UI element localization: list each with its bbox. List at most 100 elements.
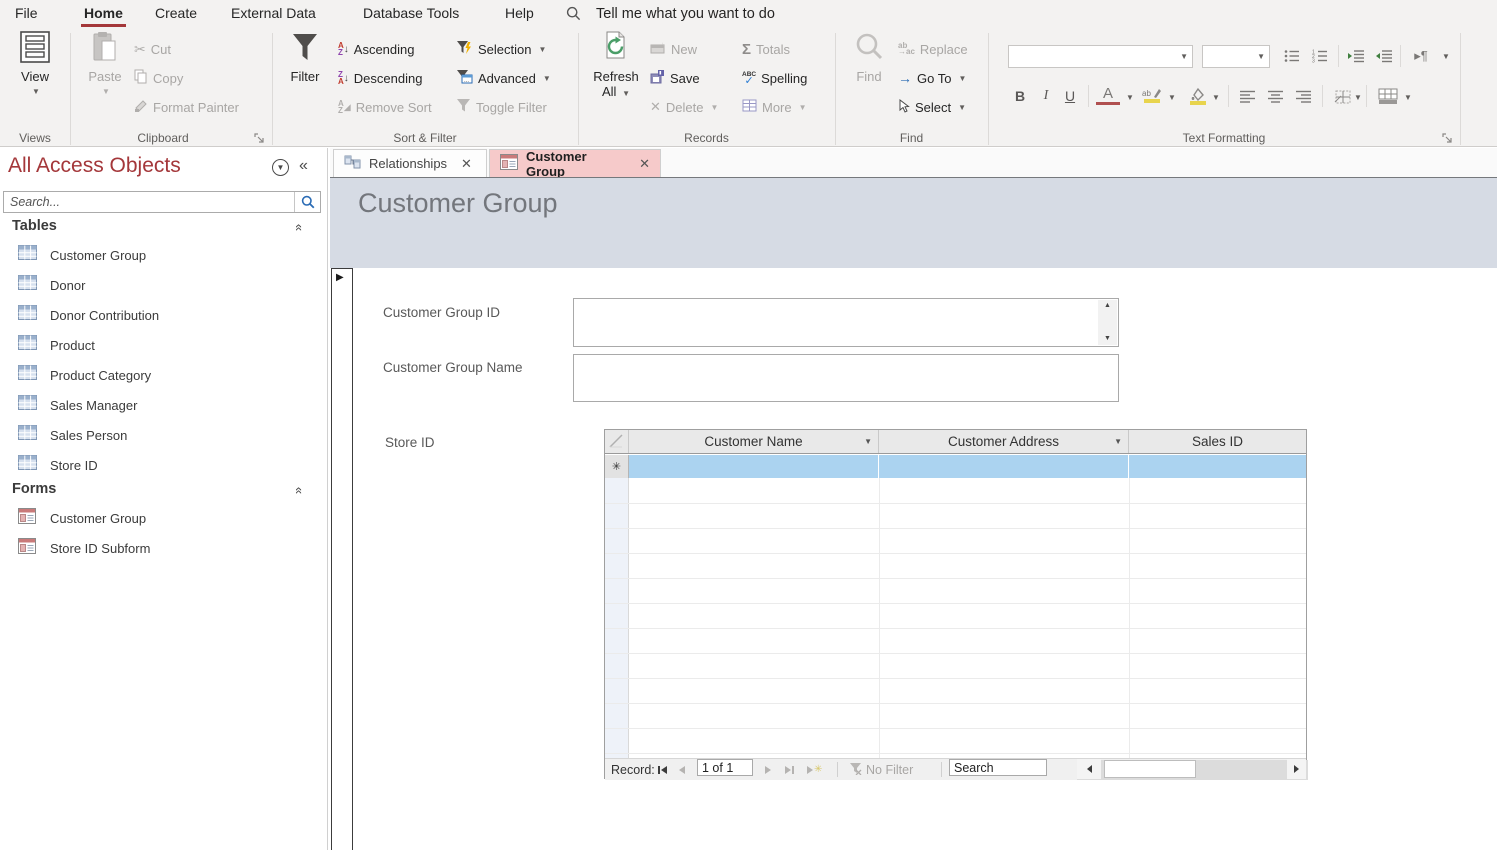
first-record-button[interactable] xyxy=(658,759,667,780)
decrease-indent-icon[interactable] xyxy=(1372,45,1396,67)
new-record-cell-customer-address[interactable] xyxy=(879,455,1129,478)
replace-button[interactable]: ab→ac Replace xyxy=(898,38,968,60)
next-record-button[interactable] xyxy=(765,759,771,780)
datasheet-search-input[interactable] xyxy=(949,759,1047,776)
new-record-cell-sales-id[interactable] xyxy=(1129,455,1306,478)
doc-tab-relationships[interactable]: Relationships ✕ xyxy=(333,149,487,177)
paragraph-direction-icon[interactable]: ▸¶ xyxy=(1406,45,1436,67)
numbered-list-icon[interactable]: 123 xyxy=(1308,45,1332,67)
nav-search-input[interactable] xyxy=(4,192,294,212)
highlight-dropdown-arrow[interactable]: ▼ xyxy=(1168,93,1176,102)
save-button[interactable]: Save xyxy=(650,67,700,89)
underline-button[interactable]: U xyxy=(1058,85,1082,107)
selection-button[interactable]: Selection▼ xyxy=(456,38,546,60)
spin-up-icon[interactable]: ▲ xyxy=(1104,302,1111,310)
close-tab-icon[interactable]: ✕ xyxy=(461,156,472,172)
ribbon-tab-database-tools[interactable]: Database Tools xyxy=(360,0,462,27)
customer-group-name-input[interactable] xyxy=(573,354,1119,402)
gridlines-button[interactable] xyxy=(1330,85,1354,107)
spinner-scrollbar[interactable]: ▲ ▼ xyxy=(1098,300,1117,345)
view-dropdown-arrow[interactable]: ▼ xyxy=(32,84,40,99)
refresh-all-button[interactable]: Refresh All ▼ xyxy=(590,31,642,101)
go-to-button[interactable]: → Go To▼ xyxy=(898,67,966,89)
record-selector-bar[interactable]: ▶ xyxy=(331,268,353,850)
ribbon-tab-home[interactable]: Home xyxy=(81,0,126,27)
more-button[interactable]: More▼ xyxy=(742,96,807,118)
close-tab-icon[interactable]: ✕ xyxy=(639,156,650,172)
ribbon-tab-file[interactable]: File xyxy=(12,0,41,27)
datasheet-select-all-corner[interactable] xyxy=(605,430,629,453)
nav-item-store-id-table[interactable]: Store ID xyxy=(0,451,328,479)
column-header-customer-name[interactable]: Customer Name▼ xyxy=(629,430,879,453)
highlight-color-button[interactable]: ab xyxy=(1140,85,1164,107)
ribbon-tab-external-data[interactable]: External Data xyxy=(228,0,319,27)
paragraph-dropdown-arrow[interactable]: ▼ xyxy=(1442,52,1450,61)
collapse-tables-icon[interactable]: « xyxy=(292,224,307,231)
fill-color-dropdown-arrow[interactable]: ▼ xyxy=(1212,93,1220,102)
nav-item-donor-table[interactable]: Donor xyxy=(0,271,328,299)
cut-button[interactable]: ✂ Cut xyxy=(134,38,171,60)
alt-row-dropdown-arrow[interactable]: ▼ xyxy=(1404,93,1412,102)
nav-item-customer-group-form[interactable]: Customer Group xyxy=(0,504,328,532)
italic-button[interactable]: I xyxy=(1034,85,1058,107)
font-name-combo[interactable]: ▼ xyxy=(1008,45,1193,68)
font-color-button[interactable]: A xyxy=(1096,85,1120,105)
alternate-row-color-button[interactable] xyxy=(1376,85,1400,107)
remove-sort-button[interactable]: AZ◢ Remove Sort xyxy=(338,96,432,118)
nav-item-product-category-table[interactable]: Product Category xyxy=(0,361,328,389)
bullet-list-icon[interactable] xyxy=(1280,45,1304,67)
nav-search-icon[interactable] xyxy=(294,192,320,212)
align-right-icon[interactable] xyxy=(1292,85,1316,107)
new-record-button[interactable]: New xyxy=(650,38,697,60)
column-header-sales-id[interactable]: Sales ID xyxy=(1129,430,1306,453)
toggle-filter-button[interactable]: Toggle Filter xyxy=(456,96,547,118)
find-button[interactable]: Find xyxy=(846,31,892,84)
nav-item-donor-contribution-table[interactable]: Donor Contribution xyxy=(0,301,328,329)
nav-item-sales-person-table[interactable]: Sales Person xyxy=(0,421,328,449)
tables-section-header[interactable]: Tables xyxy=(12,218,57,234)
new-blank-record-button[interactable]: ✳ xyxy=(807,759,822,780)
customer-group-id-input[interactable]: ▲ ▼ xyxy=(573,298,1119,347)
gridlines-dropdown-arrow[interactable]: ▼ xyxy=(1354,93,1362,102)
descending-button[interactable]: ZA↓ Descending xyxy=(338,67,422,89)
clipboard-dialog-launcher[interactable] xyxy=(254,131,265,142)
increase-indent-icon[interactable] xyxy=(1344,45,1368,67)
new-record-row[interactable]: ✳ xyxy=(605,455,1306,478)
ascending-button[interactable]: AZ↓ Ascending xyxy=(338,38,415,60)
nav-item-store-id-subform[interactable]: Store ID Subform xyxy=(0,534,328,562)
advanced-button[interactable]: ... Advanced▼ xyxy=(456,67,551,89)
scrollbar-thumb[interactable] xyxy=(1104,760,1196,778)
text-formatting-dialog-launcher[interactable] xyxy=(1442,131,1453,142)
column-dropdown-icon[interactable]: ▼ xyxy=(864,437,872,446)
ribbon-tab-help[interactable]: Help xyxy=(502,0,537,27)
fill-color-button[interactable] xyxy=(1186,85,1210,107)
copy-button[interactable]: Copy xyxy=(134,67,183,89)
no-filter-button[interactable]: No Filter xyxy=(849,759,913,780)
nav-item-customer-group-table[interactable]: Customer Group xyxy=(0,241,328,269)
nav-item-product-table[interactable]: Product xyxy=(0,331,328,359)
nav-pane-menu-icon[interactable]: ▼ xyxy=(272,159,289,176)
select-button[interactable]: Select▼ xyxy=(898,96,966,118)
column-dropdown-icon[interactable]: ▼ xyxy=(1114,437,1122,446)
align-center-icon[interactable] xyxy=(1264,85,1288,107)
font-size-combo[interactable]: ▼ xyxy=(1202,45,1270,68)
collapse-forms-icon[interactable]: « xyxy=(292,487,307,494)
align-left-icon[interactable] xyxy=(1236,85,1260,107)
previous-record-button[interactable] xyxy=(679,759,685,780)
bold-button[interactable]: B xyxy=(1008,85,1032,107)
filter-button[interactable]: Filter xyxy=(282,31,328,84)
column-header-customer-address[interactable]: Customer Address▼ xyxy=(879,430,1129,453)
totals-button[interactable]: Σ Totals xyxy=(742,38,790,60)
doc-tab-customer-group[interactable]: Customer Group ✕ xyxy=(489,149,661,177)
spin-down-icon[interactable]: ▼ xyxy=(1104,335,1111,343)
new-record-cell-customer-name[interactable] xyxy=(629,455,879,478)
ribbon-tab-create[interactable]: Create xyxy=(152,0,200,27)
spelling-button[interactable]: ABC ✓ Spelling xyxy=(742,67,807,89)
font-color-dropdown-arrow[interactable]: ▼ xyxy=(1126,93,1134,102)
forms-section-header[interactable]: Forms xyxy=(12,481,56,497)
view-button[interactable]: View ▼ xyxy=(10,31,60,99)
tell-me-search[interactable]: Tell me what you want to do xyxy=(596,4,775,24)
last-record-button[interactable] xyxy=(785,759,794,780)
new-record-marker[interactable]: ✳ xyxy=(605,455,629,478)
shutter-close-icon[interactable]: « xyxy=(299,157,308,175)
